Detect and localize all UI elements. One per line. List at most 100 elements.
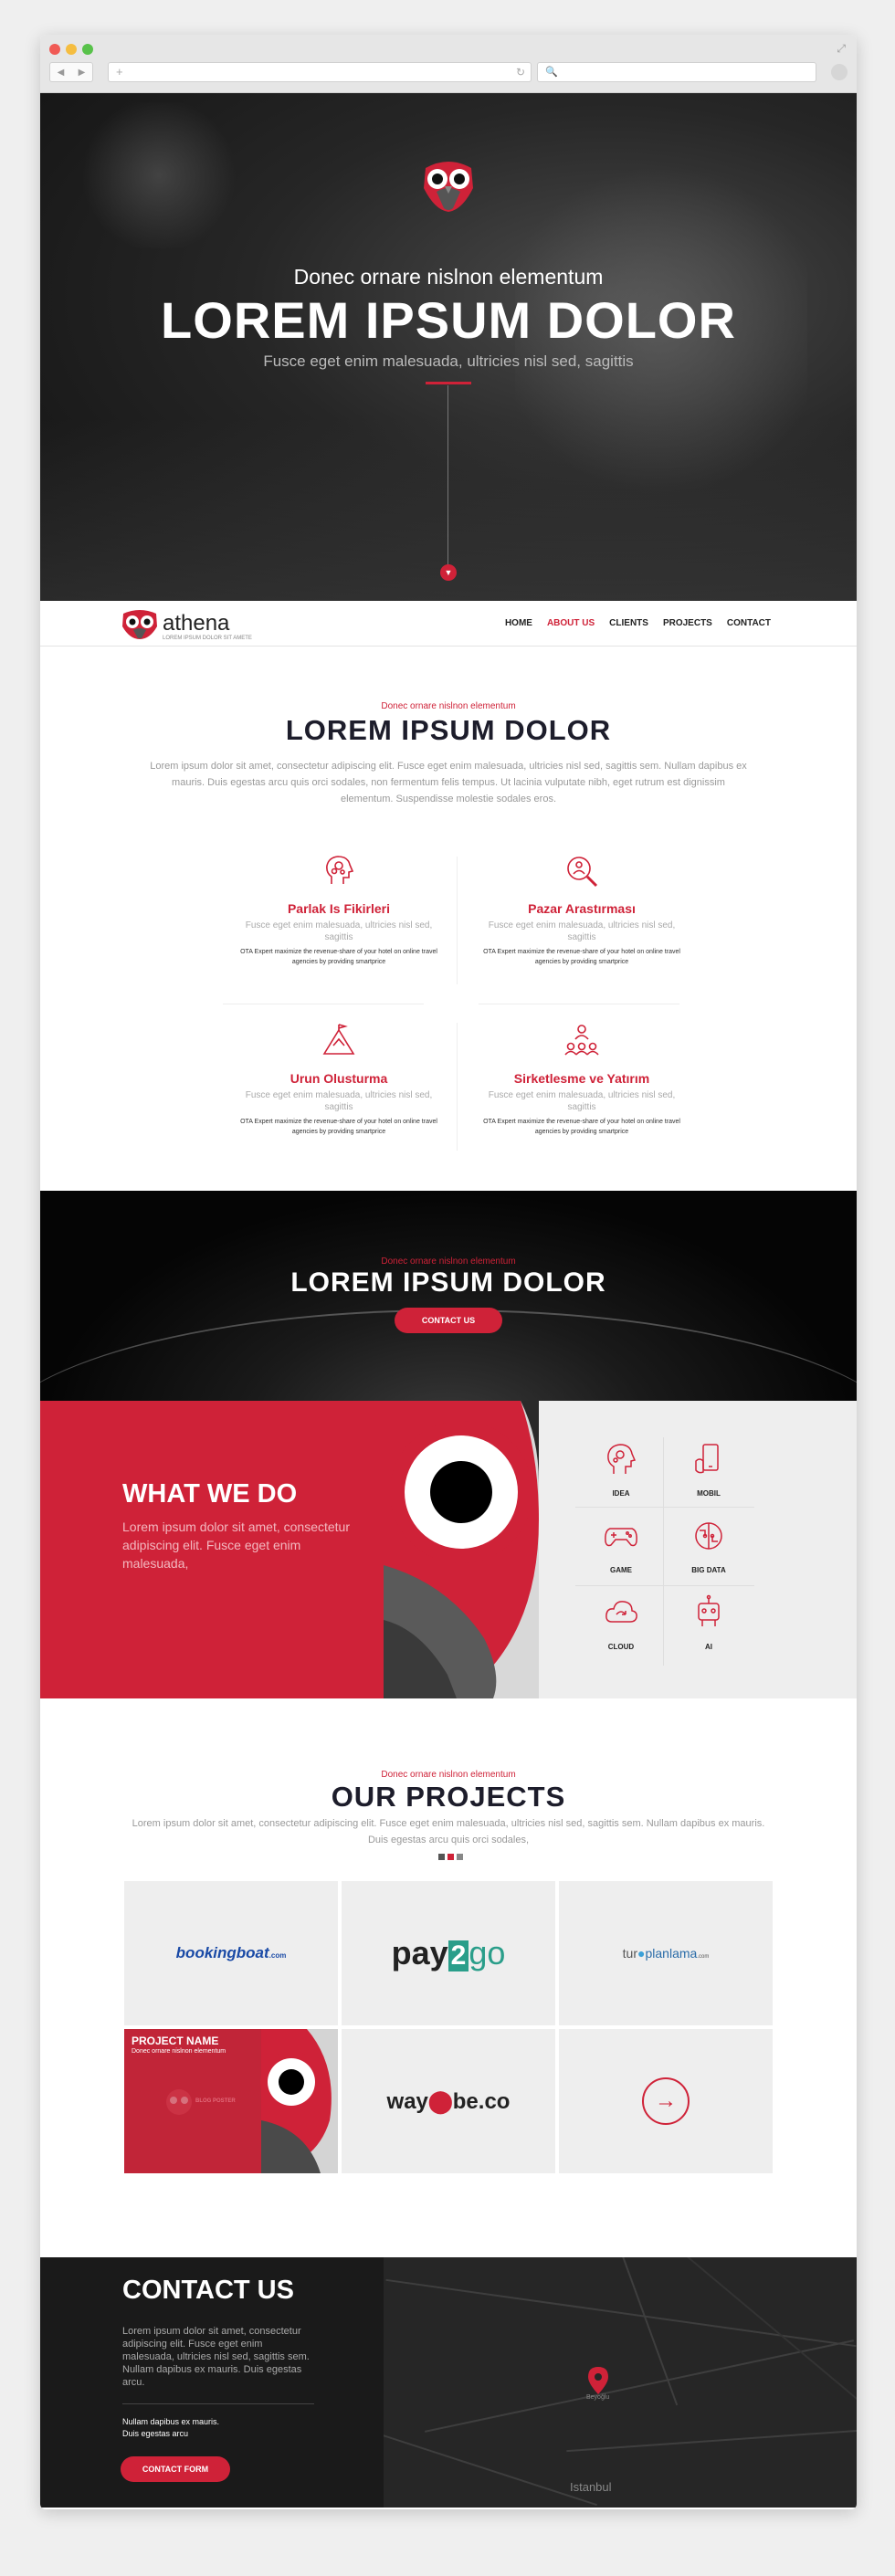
filter-dot[interactable]: [448, 1854, 454, 1860]
what-we-do-text: Lorem ipsum dolor sit amet, consectetur …: [122, 1519, 350, 1571]
service-label: BIG DATA: [691, 1566, 726, 1574]
project-tile-more[interactable]: →: [559, 2029, 773, 2173]
feature-title: Pazar Arastırması: [528, 901, 636, 916]
what-we-do-title: WHAT WE DO: [122, 1479, 298, 1509]
project-name: PROJECT NAME: [132, 2035, 219, 2047]
owl-illustration: [384, 1401, 539, 1698]
map-road: [566, 2429, 857, 2453]
owl-brand-icon: [122, 610, 157, 639]
brand-tagline: LOREM IPSUM DOLOR SIT AMETE: [163, 636, 252, 641]
contact-title: CONTACT US: [122, 2276, 294, 2305]
hero-tagline: Fusce eget enim malesuada, ultricies nis…: [263, 352, 634, 370]
close-window-button[interactable]: [49, 44, 60, 55]
about-section: Donec ornare nislnon elementum LOREM IPS…: [40, 647, 857, 1191]
browser-toolbar: ⤢ ◀ ▶ + ↻ 🔍: [40, 35, 857, 93]
contact-section: CONTACT US Lorem ipsum dolor sit amet, c…: [40, 2257, 857, 2508]
services-grid: IDEA MOBIL GAME BIG DATA CLOUD AI: [539, 1401, 857, 1698]
feature-description: OTA Expert maximize the revenue-share of…: [483, 949, 680, 965]
robot-icon: [698, 1594, 720, 1626]
projects-title: OUR PROJECTS: [331, 1781, 566, 1813]
feature-description: OTA Expert maximize the revenue-share of…: [240, 1119, 437, 1135]
downloads-button[interactable]: [831, 64, 848, 80]
nav-item-projects[interactable]: PROJECTS: [663, 618, 712, 628]
nav-item-contact[interactable]: CONTACT: [727, 618, 771, 628]
cta-kicker: Donec ornare nislnon elementum: [381, 1256, 516, 1267]
hero-divider: [426, 382, 471, 384]
feature-title: Urun Olusturma: [290, 1071, 388, 1086]
contact-form-button[interactable]: CONTACT FORM: [121, 2456, 230, 2482]
cta-banner: Donec ornare nislnon elementum LOREM IPS…: [40, 1191, 857, 1401]
turplanlama-logo: tur●planlama.com: [622, 1946, 710, 1961]
map-road: [425, 2339, 854, 2433]
new-tab-icon[interactable]: +: [116, 65, 123, 79]
project-tile-bookingboat[interactable]: bookingboat.com: [124, 1881, 338, 2025]
service-tile-ai[interactable]: AI: [670, 1594, 747, 1651]
map-pin-label: Beyoğlu: [586, 2394, 610, 2401]
brand-logo[interactable]: athena LOREM IPSUM DOLOR SIT AMETE: [121, 608, 252, 641]
bookingboat-logo: bookingboat.com: [175, 1944, 287, 1961]
service-tile-mobil[interactable]: MOBIL: [670, 1441, 747, 1498]
reload-icon[interactable]: ↻: [516, 63, 525, 81]
feature-subtitle: Fusce eget enim malesuada, ultricies nis…: [245, 1090, 433, 1112]
contact-divider: [122, 2403, 314, 2404]
about-kicker: Donec ornare nislnon elementum: [381, 701, 516, 711]
service-label: CLOUD: [607, 1643, 635, 1651]
contact-note: Nullam dapibus ex mauris. Duis egestas a…: [122, 2416, 219, 2440]
what-we-do-panel: WHAT WE DO Lorem ipsum dolor sit amet, c…: [40, 1401, 384, 1698]
browser-search-field[interactable]: 🔍: [537, 62, 816, 82]
projects-filter-dots: [438, 1854, 463, 1860]
project-tile-waybe[interactable]: way⬤be.co: [342, 2029, 555, 2173]
magnifier-people-icon: [567, 857, 598, 888]
main-navbar: athena LOREM IPSUM DOLOR SIT AMETE HOME …: [40, 601, 857, 647]
service-tile-idea[interactable]: IDEA: [583, 1441, 659, 1498]
service-tile-big-data[interactable]: BIG DATA: [670, 1518, 747, 1574]
browser-window: ⤢ ◀ ▶ + ↻ 🔍 Donec ornare nislnon element…: [40, 35, 857, 2509]
contact-note-line: Nullam dapibus ex mauris.: [122, 2417, 220, 2426]
filter-dot[interactable]: [457, 1854, 463, 1860]
mobile-hand-icon: [695, 1444, 719, 1474]
back-icon[interactable]: ◀: [58, 68, 65, 78]
owl-eye-icon: [384, 1401, 539, 1698]
forward-icon[interactable]: ▶: [79, 68, 86, 78]
hero-background-lamp: [77, 102, 241, 248]
brain-circuit-icon: [695, 1522, 722, 1550]
service-label: AI: [705, 1643, 712, 1651]
maximize-window-button[interactable]: [82, 44, 93, 55]
hero-subtitle: Donec ornare nislnon elementum: [293, 265, 604, 289]
project-tile-turplanlama[interactable]: tur●planlama.com: [559, 1881, 773, 2025]
scroll-down-icon[interactable]: ▼: [440, 564, 457, 581]
contact-text: Lorem ipsum dolor sit amet, consectetur …: [122, 2326, 310, 2388]
project-subtitle: Donec ornare nislnon elementum: [132, 2048, 226, 2055]
gamepad-icon: [605, 1528, 637, 1547]
service-tile-game[interactable]: GAME: [583, 1518, 659, 1574]
project-watermark: BLOG POSTER: [195, 2098, 236, 2104]
nav-item-clients[interactable]: CLIENTS: [609, 618, 648, 628]
filter-dot[interactable]: [438, 1854, 445, 1860]
feature-title: Sirketlesme ve Yatırım: [513, 1071, 650, 1086]
map-road: [385, 2278, 857, 2348]
minimize-window-button[interactable]: [66, 44, 77, 55]
service-label: MOBIL: [697, 1489, 721, 1498]
nav-item-about-us[interactable]: ABOUT US: [547, 618, 595, 628]
map-pin-icon[interactable]: [588, 2367, 608, 2394]
pay2go-logo: pay 2go: [391, 1934, 506, 1971]
feature-description: OTA Expert maximize the revenue-share of…: [240, 949, 437, 965]
what-we-do-section: WHAT WE DO Lorem ipsum dolor sit amet, c…: [40, 1401, 857, 1698]
nav-item-home[interactable]: HOME: [505, 618, 532, 628]
project-tile-pay2go[interactable]: pay 2go: [342, 1881, 555, 2025]
feature-subtitle: Fusce eget enim malesuada, ultricies nis…: [245, 920, 433, 942]
map-road: [384, 2430, 597, 2507]
brain-gears-icon: [326, 856, 354, 884]
feature-divider-v2: [457, 1023, 458, 1151]
head-gears-icon: [607, 1444, 637, 1474]
fullscreen-icon[interactable]: ⤢: [837, 42, 846, 56]
project-tile-featured[interactable]: PROJECT NAME Donec ornare nislnon elemen…: [124, 2029, 338, 2173]
arrow-right-icon[interactable]: →: [642, 2077, 690, 2125]
feature-title: Parlak Is Fikirleri: [287, 901, 391, 916]
service-tile-cloud[interactable]: CLOUD: [583, 1594, 659, 1651]
feature-card: Parlak Is Fikirleri Fusce eget enim male…: [234, 853, 444, 967]
nav-menu: HOME ABOUT US CLIENTS PROJECTS CONTACT: [505, 618, 771, 628]
location-map[interactable]: Beyoğlu Istanbul: [384, 2257, 857, 2508]
contact-us-button[interactable]: CONTACT US: [395, 1308, 502, 1333]
address-bar[interactable]: + ↻: [108, 62, 532, 82]
